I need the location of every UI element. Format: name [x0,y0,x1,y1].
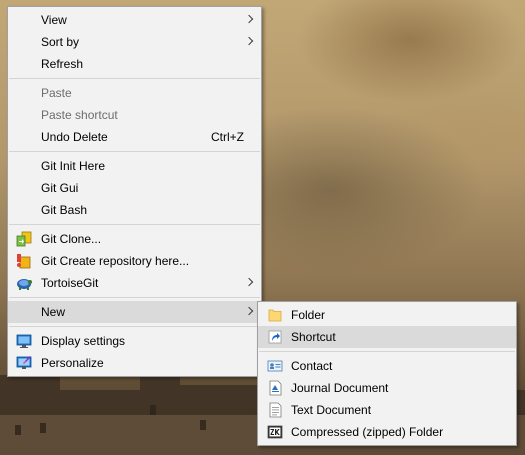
personalize-icon [16,356,32,369]
new-item-compressed-folder[interactable]: Compressed (zipped) Folder [258,421,516,443]
menu-item-label: Git Clone... [41,232,102,246]
menu-item-refresh[interactable]: Refresh [8,53,261,75]
menu-separator [9,224,260,225]
display-settings-icon [16,334,32,348]
zip-folder-icon [267,425,283,439]
menu-item-label: View [41,13,67,27]
menu-item-label: Undo Delete [41,130,108,144]
menu-item-label: TortoiseGit [41,276,99,290]
menu-item-label: Git Gui [41,181,79,195]
desktop-context-menu: View Sort by Refresh Paste Paste shortcu… [7,6,262,377]
shortcut-icon [268,330,282,344]
menu-item-label: Display settings [41,334,126,348]
menu-item-label: Paste [41,86,72,100]
menu-item-tortoisegit[interactable]: TortoiseGit [8,272,261,294]
menu-item-new[interactable]: New [8,301,261,323]
keyboard-shortcut: Ctrl+Z [211,130,244,144]
menu-item-git-create-repository[interactable]: Git Create repository here... [8,250,261,272]
contact-icon [267,360,283,372]
menu-item-undo-delete[interactable]: Undo Delete Ctrl+Z [8,126,261,148]
chevron-right-icon [244,277,254,287]
chevron-right-icon [244,14,254,24]
menu-item-label: Git Bash [41,203,88,217]
folder-icon [268,309,282,322]
git-clone-icon [16,231,32,247]
menu-item-label: New [41,305,66,319]
menu-item-label: Refresh [41,57,84,71]
menu-item-git-init-here[interactable]: Git Init Here [8,155,261,177]
menu-item-label: Compressed (zipped) Folder [291,425,444,439]
new-item-text-document[interactable]: Text Document [258,399,516,421]
menu-item-display-settings[interactable]: Display settings [8,330,261,352]
menu-item-label: Shortcut [291,330,336,344]
new-item-shortcut[interactable]: Shortcut [258,326,516,348]
tortoisegit-icon [17,279,32,290]
menu-item-label: Paste shortcut [41,108,118,122]
menu-item-label: Git Create repository here... [41,254,190,268]
journal-document-icon [269,380,282,396]
menu-item-git-gui[interactable]: Git Gui [8,177,261,199]
menu-separator [9,297,260,298]
git-create-repo-icon [17,254,31,269]
menu-separator [9,151,260,152]
menu-separator [259,351,515,352]
menu-item-label: Journal Document [291,381,389,395]
chevron-right-icon [244,36,254,46]
menu-item-git-clone[interactable]: Git Clone... [8,228,261,250]
new-item-folder[interactable]: Folder [258,304,516,326]
menu-item-label: Git Init Here [41,159,106,173]
new-item-journal-document[interactable]: Journal Document [258,377,516,399]
new-item-contact[interactable]: Contact [258,355,516,377]
new-submenu: Folder Shortcut Contact Journal Document [257,301,517,446]
text-document-icon [269,402,282,418]
menu-item-label: Contact [291,359,333,373]
menu-item-label: Text Document [291,403,372,417]
menu-item-view[interactable]: View [8,9,261,31]
menu-item-personalize[interactable]: Personalize [8,352,261,374]
menu-separator [9,326,260,327]
menu-item-paste-shortcut: Paste shortcut [8,104,261,126]
menu-item-sort-by[interactable]: Sort by [8,31,261,53]
menu-item-label: Folder [291,308,326,322]
menu-item-label: Personalize [41,356,104,370]
menu-item-git-bash[interactable]: Git Bash [8,199,261,221]
menu-separator [9,78,260,79]
menu-item-paste: Paste [8,82,261,104]
chevron-right-icon [244,306,254,316]
menu-item-label: Sort by [41,35,80,49]
